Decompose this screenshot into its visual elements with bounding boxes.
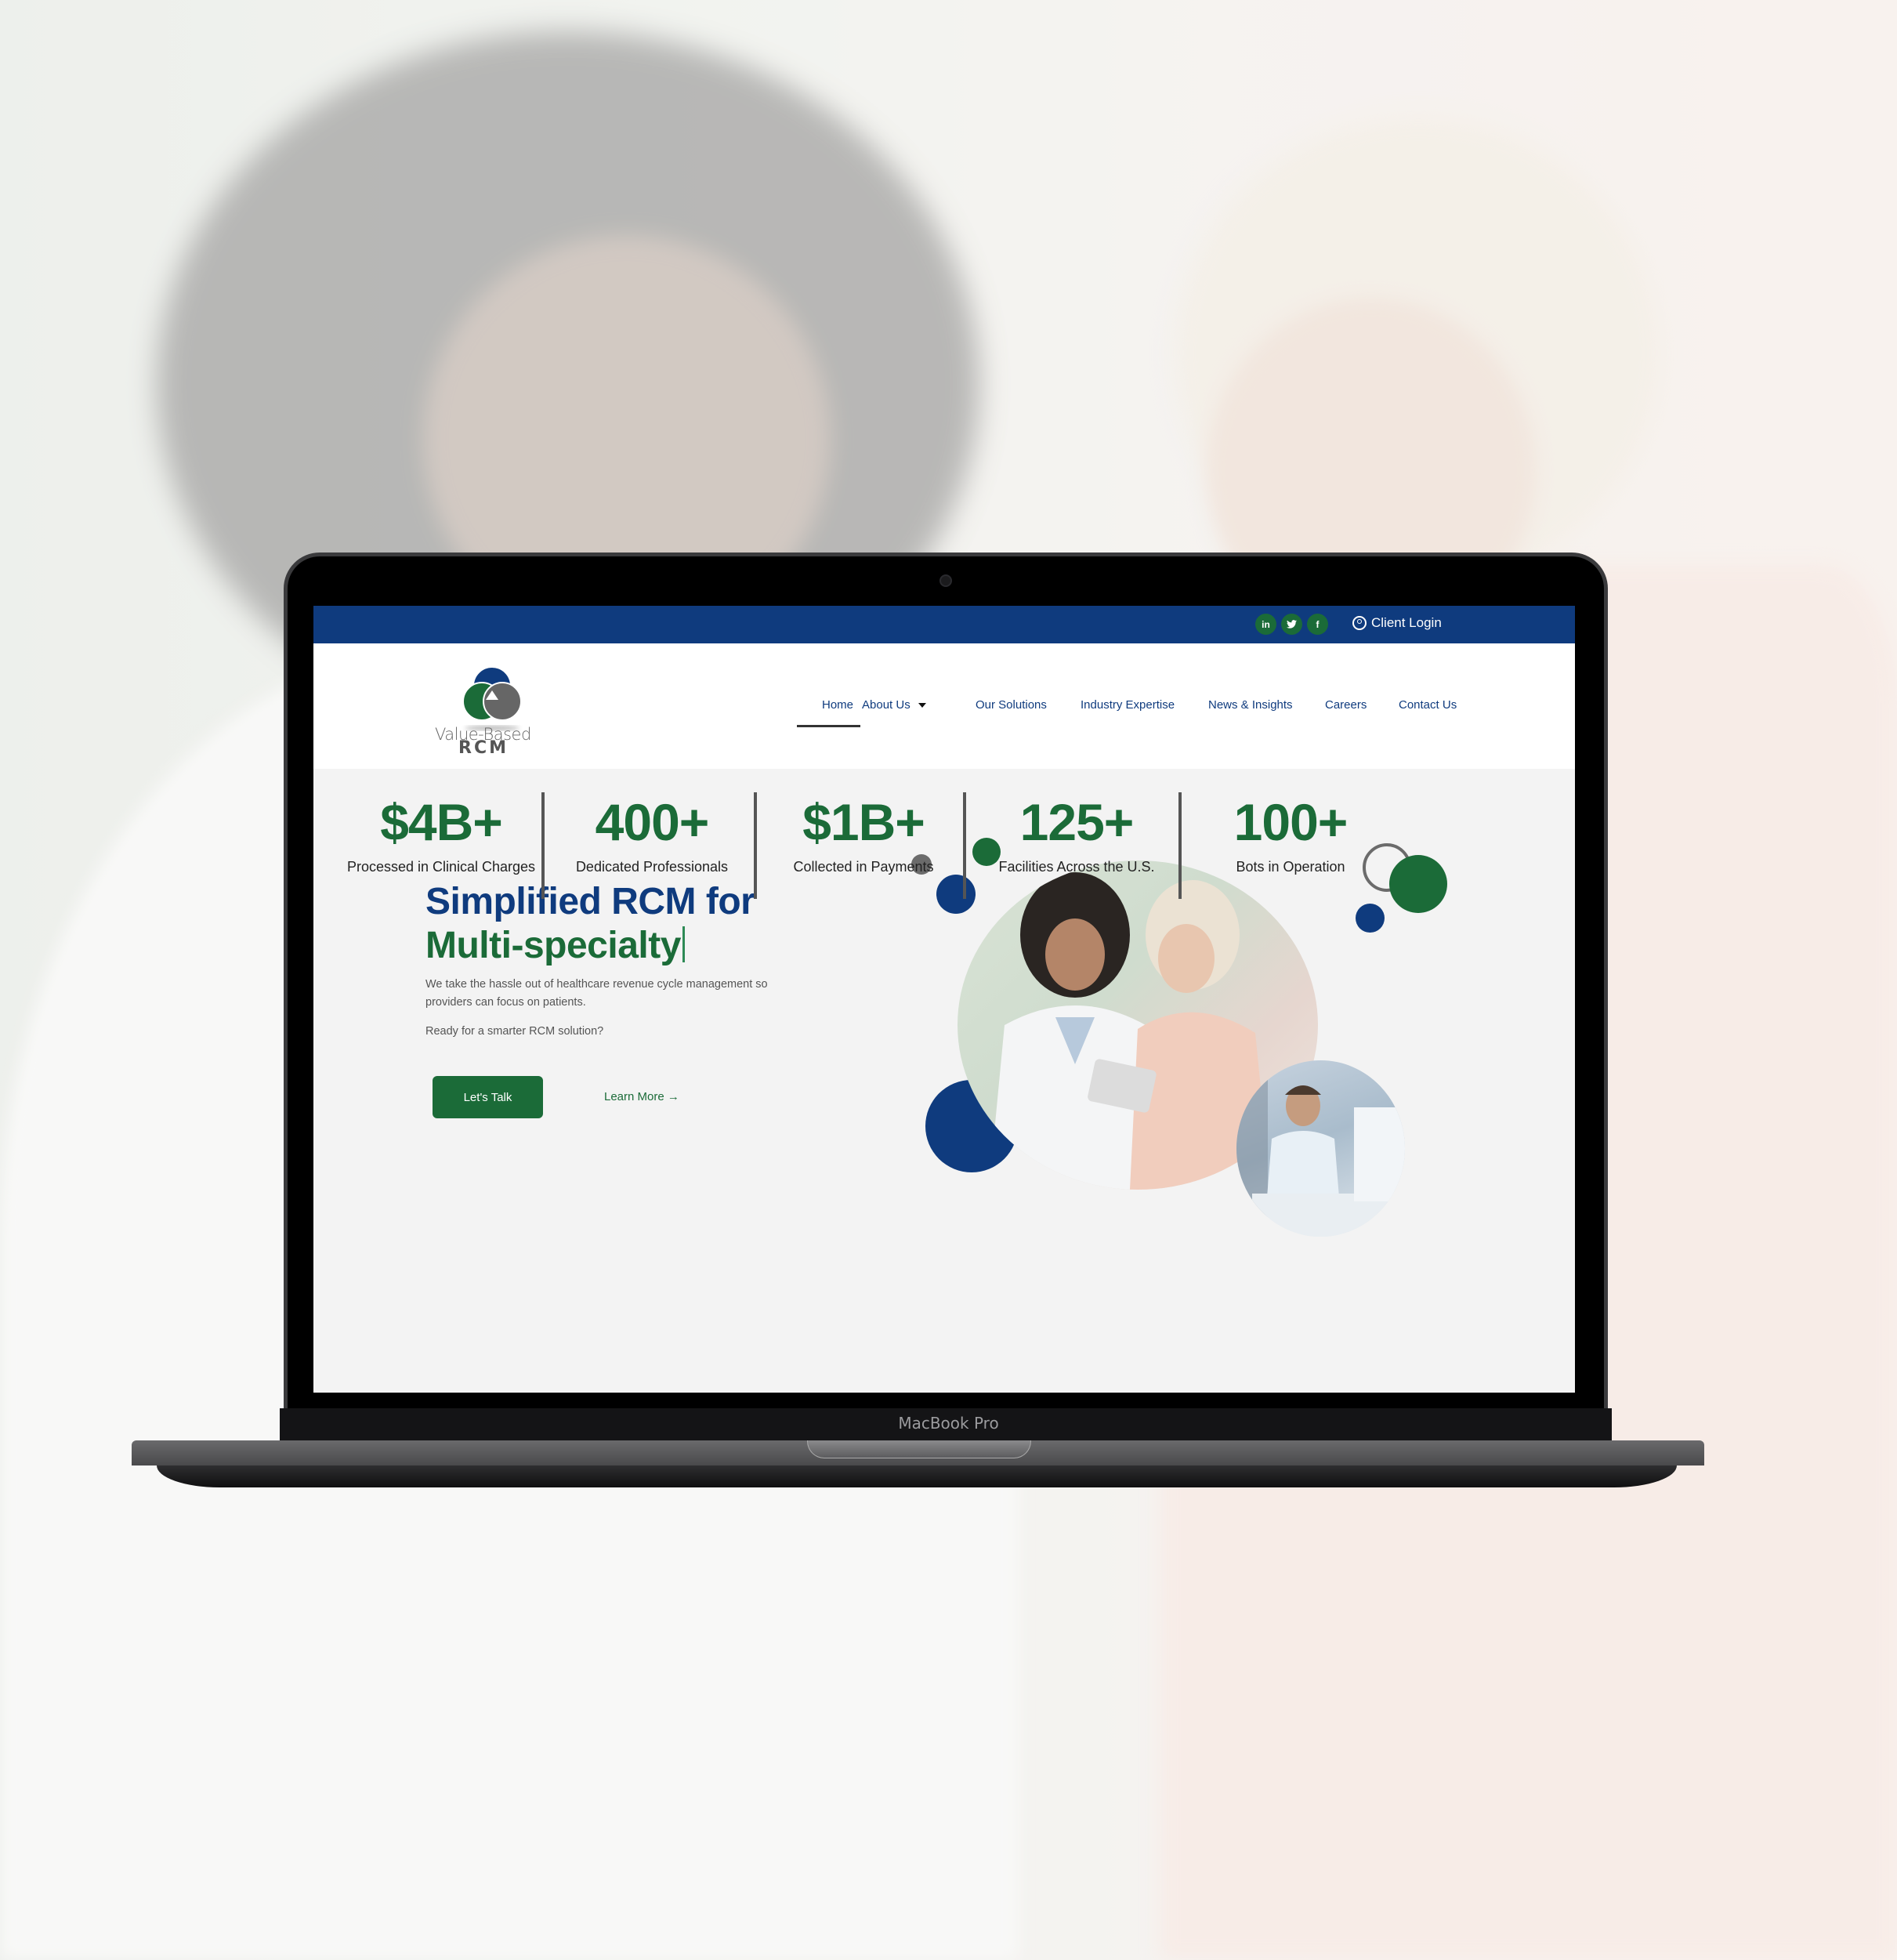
linkedin-icon[interactable]: in	[1255, 614, 1276, 635]
caret-down-icon	[918, 703, 926, 708]
stat-divider	[963, 792, 966, 899]
nav-home[interactable]: Home	[822, 698, 853, 712]
hero-title-line1: Simplified RCM for	[425, 881, 755, 922]
hero-photo-male-doctor	[1236, 1060, 1405, 1237]
decor-dot-blue-small	[1356, 904, 1385, 933]
laptop-base-underside	[157, 1465, 1677, 1487]
stat-value-charges: $4B+	[380, 793, 503, 851]
user-circle-icon	[1352, 616, 1367, 630]
stat-divider	[541, 792, 545, 899]
twitter-icon[interactable]	[1281, 614, 1302, 635]
webcam-icon	[939, 574, 952, 587]
stat-value-professionals: 400+	[595, 793, 710, 851]
hero-title-line2-text: Multi-specialty	[425, 925, 681, 966]
nav-about-us-label: About Us	[862, 698, 910, 712]
hero-question: Ready for a smarter RCM solution?	[425, 1025, 604, 1038]
nav-careers[interactable]: Careers	[1325, 698, 1367, 712]
hero-subtitle: We take the hassle out of healthcare rev…	[425, 978, 768, 1009]
decor-dot-green-large	[1389, 855, 1447, 913]
stat-value-facilities: 125+	[1019, 793, 1135, 851]
typing-cursor	[682, 926, 685, 962]
top-utility-bar: in f Client Login	[313, 606, 1575, 643]
nav-contact-us[interactable]: Contact Us	[1399, 698, 1457, 712]
hero-title-line2: Multi-specialty	[425, 924, 685, 967]
stat-label-bots: Bots in Operation	[1236, 859, 1345, 875]
client-login-label: Client Login	[1371, 615, 1442, 630]
lets-talk-label: Let's Talk	[463, 1090, 512, 1104]
stat-divider	[754, 792, 757, 899]
learn-more-label: Learn More	[604, 1090, 664, 1103]
male-doctor-illustration	[1236, 1060, 1405, 1237]
facebook-icon[interactable]: f	[1307, 614, 1328, 635]
nav-about-us[interactable]: About Us	[862, 698, 926, 712]
laptop-opening-notch	[807, 1440, 1031, 1458]
nav-industry-expertise[interactable]: Industry Expertise	[1081, 698, 1175, 712]
stat-value-payments: $1B+	[802, 793, 925, 851]
stat-label-professionals: Dedicated Professionals	[575, 859, 729, 875]
twitter-bird-glyph	[1287, 620, 1297, 629]
learn-more-link[interactable]: Learn More →	[604, 1090, 679, 1103]
website-screen: in f Client Login Value-Based RCM Home A…	[313, 606, 1575, 1393]
client-login-link[interactable]: Client Login	[1352, 615, 1442, 631]
stat-label-facilities: Facilities Across the U.S.	[998, 859, 1155, 875]
stat-label-payments: Collected in Payments	[793, 859, 934, 875]
logo-text-line2: RCM	[458, 738, 509, 758]
arrow-right-icon: →	[667, 1090, 679, 1103]
nav-active-indicator	[797, 725, 860, 727]
device-label: MacBook Pro	[898, 1414, 999, 1433]
site-header: Value-Based RCM Home About Us Our Soluti…	[313, 643, 1575, 769]
stat-label-charges: Processed in Clinical Charges	[346, 859, 536, 875]
nav-our-solutions[interactable]: Our Solutions	[976, 698, 1047, 712]
stat-value-bots: 100+	[1233, 793, 1349, 851]
stat-divider	[1178, 792, 1182, 899]
lets-talk-button[interactable]: Let's Talk	[433, 1076, 543, 1118]
nav-news-insights[interactable]: News & Insights	[1208, 698, 1293, 712]
decor-dot-blue	[936, 875, 976, 914]
